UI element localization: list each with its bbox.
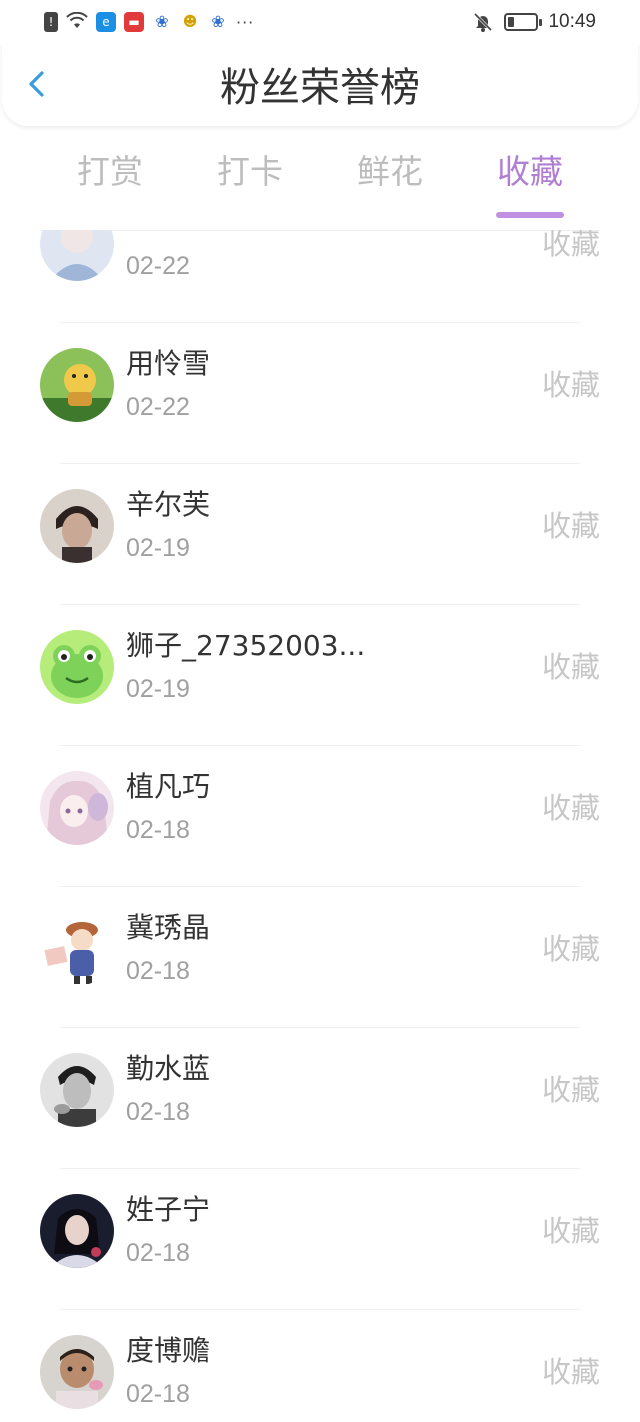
fan-date: 02-19	[126, 675, 190, 703]
bw-man-avatar-icon	[40, 1053, 114, 1127]
alert-icon: !	[44, 12, 58, 32]
app-header: 粉丝荣誉榜	[2, 44, 638, 126]
fan-date: 02-18	[126, 816, 190, 844]
fan-name: 用怜雪	[126, 347, 211, 380]
list-item[interactable]: 02-22 收藏	[0, 230, 640, 323]
list-item[interactable]: 冀琇晶 02-18 收藏	[0, 887, 640, 1028]
fan-date: 02-22	[126, 393, 190, 421]
fan-list[interactable]: 02-22 收藏 用怜雪 02-22 收藏 辛尔芙 02-19 收藏 狮子_27…	[0, 230, 640, 1422]
favorite-label: 收藏	[541, 932, 600, 966]
bell-off-icon	[472, 11, 494, 33]
list-item[interactable]: 姓子宁 02-18 收藏	[0, 1169, 640, 1310]
fan-date: 02-19	[126, 534, 190, 562]
fan-name: 狮子_27352003...	[126, 629, 366, 662]
status-bar: ! e ▬ ❀ ☻ ❀ ··· 10:49	[0, 0, 640, 44]
list-item[interactable]: 植凡巧 02-18 收藏	[0, 746, 640, 887]
fan-date: 02-18	[126, 1239, 190, 1267]
fan-name: 勤水蓝	[126, 1052, 211, 1085]
favorite-label: 收藏	[541, 1073, 600, 1107]
tab-favorites[interactable]: 收藏	[460, 150, 600, 218]
favorite-label: 收藏	[541, 650, 600, 684]
fan-name: 植凡巧	[126, 770, 211, 803]
active-tab-indicator	[496, 212, 564, 218]
page-title: 粉丝荣誉榜	[220, 65, 420, 111]
fan-date: 02-18	[126, 957, 190, 985]
chick-app-icon: ☻	[182, 14, 198, 30]
list-item[interactable]: 勤水蓝 02-18 收藏	[0, 1028, 640, 1169]
favorite-label: 收藏	[541, 230, 600, 261]
partial-avatar-icon	[40, 230, 114, 281]
fan-name: 冀琇晶	[126, 911, 211, 944]
tab-favorites-label: 收藏	[497, 152, 563, 191]
favorite-label: 收藏	[541, 1214, 600, 1248]
ele-app-icon: e	[96, 12, 116, 32]
man-portrait-avatar-icon	[40, 489, 114, 563]
battery-icon	[504, 13, 543, 31]
more-dots-icon: ···	[236, 12, 255, 32]
toy-duck-avatar-icon	[40, 348, 114, 422]
tab-checkin[interactable]: 打卡	[180, 150, 320, 194]
tab-tips[interactable]: 打赏	[40, 150, 180, 194]
fan-name: 姓子宁	[126, 1193, 211, 1226]
favorite-label: 收藏	[541, 368, 600, 402]
battery-level	[508, 17, 515, 27]
baidu-paw-icon: ❀	[155, 12, 169, 31]
tab-bar: 打赏 打卡 鲜花 收藏	[40, 140, 600, 218]
list-item[interactable]: 用怜雪 02-22 收藏	[0, 323, 640, 464]
baidu-paw-icon-2: ❀	[211, 12, 225, 31]
red-app-icon: ▬	[124, 12, 144, 32]
favorite-label: 收藏	[541, 509, 600, 543]
status-bar-left: ! e ▬ ❀ ☻ ❀ ···	[44, 10, 254, 34]
fan-date: 02-22	[126, 252, 190, 280]
favorite-label: 收藏	[541, 791, 600, 825]
frog-avatar-icon	[40, 630, 114, 704]
tab-flowers[interactable]: 鲜花	[320, 150, 460, 194]
status-time: 10:49	[548, 11, 596, 32]
girl-night-avatar-icon	[40, 1194, 114, 1268]
wifi-icon	[66, 11, 88, 32]
status-bar-right: 10:49	[472, 9, 596, 35]
fan-name: 度博赡	[126, 1334, 211, 1367]
fan-name: 辛尔芙	[126, 488, 211, 521]
favorite-label: 收藏	[541, 1355, 600, 1389]
list-item[interactable]: 度博赡 02-18 收藏	[0, 1310, 640, 1422]
anime-girl-avatar-icon	[40, 771, 114, 845]
list-item[interactable]: 狮子_27352003... 02-19 收藏	[0, 605, 640, 746]
list-item[interactable]: 辛尔芙 02-19 收藏	[0, 464, 640, 605]
cartoon-boy-avatar-icon	[40, 912, 114, 986]
fan-date: 02-18	[126, 1380, 190, 1408]
child-avatar-icon	[40, 1335, 114, 1409]
fan-date: 02-18	[126, 1098, 190, 1126]
